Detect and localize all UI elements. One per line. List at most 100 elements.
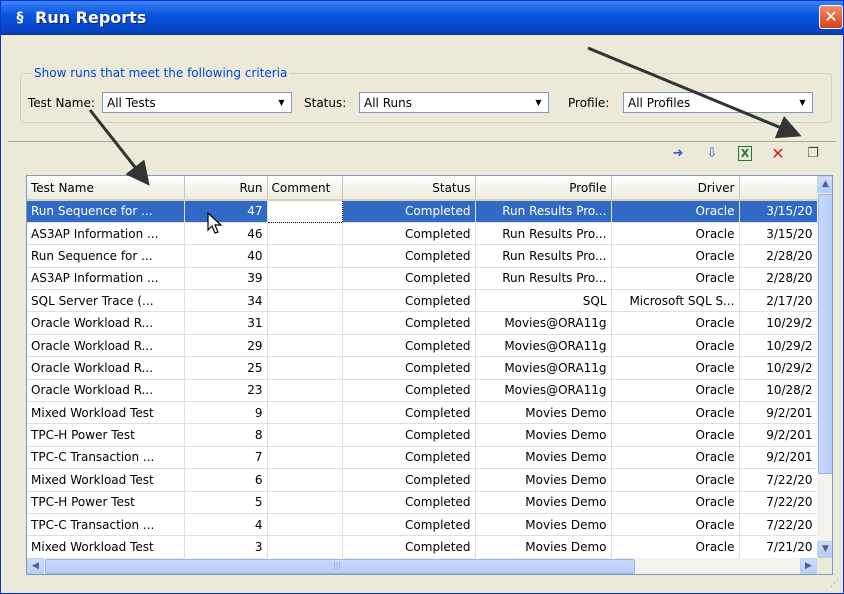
cell-comment [267, 491, 343, 514]
table-row[interactable]: TPC-C Transaction ... 4 Completed Movies De… [27, 513, 818, 537]
scroll-grip-icon: ||| [333, 561, 342, 570]
cell-status: Completed [342, 200, 476, 223]
cell-profile: Movies Demo [475, 513, 612, 537]
cell-test-name: TPC-C Transaction ... [27, 446, 185, 470]
excel-button[interactable]: X [735, 144, 755, 164]
column-header-driver[interactable]: Driver [611, 176, 740, 201]
table-row[interactable]: Oracle Workload R... 31 Completed Movies@OR… [27, 311, 818, 335]
vertical-scroll-thumb[interactable] [818, 194, 832, 474]
chevron-down-icon: ▼ [535, 98, 542, 107]
import-button[interactable]: ⇩ [702, 144, 722, 164]
scroll-down-button[interactable]: ▼ [817, 541, 832, 558]
status-value: All Runs [364, 96, 412, 110]
cell-run: 25 [184, 356, 268, 380]
export-icon: ➜ [672, 146, 684, 161]
table-row[interactable]: SQL Server Trace (... 34 Completed SQL Micro… [27, 289, 818, 313]
table-row[interactable]: Mixed Workload Test 3 Completed Movies Demo… [27, 535, 818, 559]
column-header-comment[interactable]: Comment [267, 176, 343, 201]
cell-comment [267, 535, 343, 559]
cell-run: 23 [184, 379, 268, 403]
test-name-select[interactable]: All Tests ▼ [102, 92, 292, 113]
table-row[interactable]: TPC-C Transaction ... 7 Completed Movies De… [27, 446, 818, 470]
table-row[interactable]: Oracle Workload R... 23 Completed Movies@OR… [27, 379, 818, 403]
column-header-status[interactable]: Status [342, 176, 476, 201]
cell-test-name: Oracle Workload R... [27, 334, 185, 358]
scroll-right-button[interactable]: ▶ [800, 558, 817, 574]
table-row[interactable]: Mixed Workload Test 9 Completed Movies Demo… [27, 401, 818, 425]
cell-run: 9 [184, 401, 268, 425]
cell-driver: Oracle [611, 446, 740, 470]
table-row[interactable]: AS3AP Information ... 39 Completed Run Resu… [27, 267, 818, 291]
export-button[interactable]: ➜ [668, 144, 688, 164]
table-row[interactable]: AS3AP Information ... 46 Completed Run Resu… [27, 222, 818, 246]
cell-date: 3/15/20 [739, 222, 818, 246]
cell-comment [267, 379, 343, 403]
cell-run: 46 [184, 222, 268, 246]
table-row[interactable]: Oracle Workload R... 25 Completed Movies@OR… [27, 356, 818, 380]
status-select[interactable]: All Runs ▼ [359, 92, 549, 113]
cell-date: 10/28/2 [739, 379, 818, 403]
resize-grip-icon[interactable]: ⋰ [830, 579, 839, 589]
cell-comment [266, 199, 343, 223]
scroll-up-button[interactable]: ▲ [817, 176, 832, 193]
cell-date: 2/28/20 [739, 244, 818, 268]
scroll-left-button[interactable]: ◀ [27, 558, 44, 574]
cell-status: Completed [342, 446, 476, 470]
horizontal-scroll-thumb[interactable]: ||| [45, 559, 635, 574]
horizontal-scrollbar[interactable]: ◀ ||| ▶ [27, 558, 817, 574]
cell-profile: Movies@ORA11g [475, 379, 612, 403]
table-row[interactable]: Mixed Workload Test 6 Completed Movies Demo… [27, 468, 818, 492]
cell-test-name: SQL Server Trace (... [27, 289, 185, 313]
cell-profile: Run Results Pro... [475, 200, 612, 223]
cell-comment [267, 289, 343, 313]
cell-profile: Movies Demo [475, 446, 612, 470]
cell-profile: Run Results Pro... [475, 267, 612, 291]
delete-button[interactable]: ✕ [768, 144, 788, 164]
cell-driver: Oracle [611, 200, 740, 223]
column-header-profile[interactable]: Profile [475, 176, 612, 201]
table-row[interactable]: TPC-H Power Test 5 Completed Movies Demo Ora… [27, 491, 818, 514]
column-header-date[interactable] [739, 176, 818, 201]
criteria-legend: Show runs that meet the following criter… [31, 66, 291, 80]
cell-run: 39 [184, 267, 268, 291]
cell-driver: Oracle [611, 244, 740, 268]
cell-status: Completed [342, 222, 476, 246]
cell-driver: Microsoft SQL S... [611, 289, 740, 313]
title-bar[interactable]: § Run Reports ✕ [1, 1, 843, 35]
cell-run: 34 [184, 289, 268, 313]
table-row[interactable]: Oracle Workload R... 29 Completed Movies@OR… [27, 334, 818, 358]
column-header-test-name[interactable]: Test Name [27, 176, 185, 201]
excel-icon: X [737, 146, 753, 161]
vertical-scrollbar[interactable]: ▲ ▼ [817, 176, 832, 558]
cell-test-name: Run Sequence for ... [27, 244, 185, 268]
properties-icon: ❐ [807, 146, 819, 161]
cell-driver: Oracle [611, 513, 740, 537]
runs-grid[interactable]: Test Name Run Comment Status Profile Dri… [26, 175, 833, 575]
cell-driver: Oracle [611, 334, 740, 358]
cell-run: 47 [184, 200, 268, 223]
cell-test-name: AS3AP Information ... [27, 267, 185, 291]
table-row[interactable]: Run Sequence for ... 40 Completed Run Resul… [27, 244, 818, 268]
cell-status: Completed [342, 289, 476, 313]
table-row[interactable]: TPC-H Power Test 8 Completed Movies Demo Ora… [27, 423, 818, 447]
cell-driver: Oracle [611, 468, 740, 492]
cell-profile: Run Results Pro... [475, 222, 612, 246]
window-title: Run Reports [35, 8, 147, 27]
cell-date: 7/22/20 [739, 513, 818, 537]
column-header-run[interactable]: Run [184, 176, 268, 201]
cell-status: Completed [342, 334, 476, 358]
table-row[interactable]: Run Sequence for ... 47 Completed Run Resul… [27, 199, 818, 223]
cell-date: 10/29/2 [739, 356, 818, 380]
test-name-label: Test Name: [28, 96, 95, 110]
properties-button[interactable]: ❐ [803, 144, 823, 164]
cell-comment [267, 311, 343, 335]
cell-run: 29 [184, 334, 268, 358]
profile-select[interactable]: All Profiles ▼ [623, 92, 813, 113]
cell-status: Completed [342, 468, 476, 492]
cell-comment [267, 423, 343, 447]
cell-run: 8 [184, 423, 268, 447]
cell-test-name: TPC-C Transaction ... [27, 513, 185, 537]
cell-comment [267, 468, 343, 492]
close-button[interactable]: ✕ [819, 5, 843, 29]
cell-profile: Movies Demo [475, 468, 612, 492]
